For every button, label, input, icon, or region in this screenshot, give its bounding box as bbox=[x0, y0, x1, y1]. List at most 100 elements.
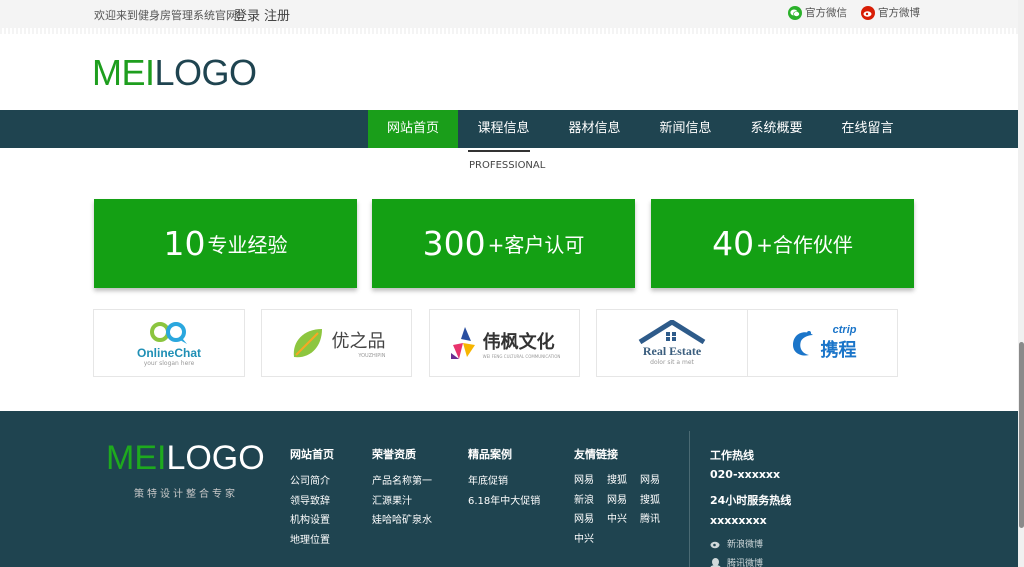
footer-tagline: 策特设计整合专家 bbox=[134, 489, 238, 500]
footer-column-title: 荣誉资质 bbox=[372, 448, 416, 461]
stat-label: +合作伙伴 bbox=[756, 233, 853, 257]
footer-column-title: 网站首页 bbox=[290, 448, 334, 461]
stat-card-clients: 300 +客户认可 bbox=[372, 199, 635, 288]
logo-mei: MEI bbox=[92, 52, 155, 93]
friend-link[interactable]: 中兴 bbox=[607, 510, 640, 530]
friend-link[interactable]: 搜狐 bbox=[607, 471, 640, 491]
footer-link[interactable]: 娃哈哈矿泉水 bbox=[372, 511, 432, 531]
friend-link[interactable]: 腾讯 bbox=[640, 510, 673, 530]
scrollbar-thumb[interactable] bbox=[1019, 342, 1024, 528]
wechat-icon bbox=[788, 5, 802, 20]
login-link[interactable]: 登录 bbox=[234, 9, 260, 24]
weibo-icon bbox=[710, 541, 720, 548]
chat-infinity-icon bbox=[149, 321, 187, 344]
leaf-icon bbox=[293, 329, 322, 358]
friend-link[interactable]: 网易 bbox=[574, 510, 607, 530]
footer-link[interactable]: 产品名称第一 bbox=[372, 472, 432, 492]
nav-item-home[interactable]: 网站首页 bbox=[368, 110, 458, 148]
footer-link[interactable]: 领导致辞 bbox=[290, 492, 334, 512]
footer-link[interactable]: 汇源果汁 bbox=[372, 492, 432, 512]
vertical-scrollbar[interactable] bbox=[1018, 0, 1024, 567]
partner-caption: YOUZHIPIN bbox=[358, 353, 386, 359]
logo-logo: LOGO bbox=[154, 52, 258, 93]
friend-link[interactable]: 搜狐 bbox=[640, 491, 673, 511]
footer-link[interactable]: 机构设置 bbox=[290, 511, 334, 531]
footer-column-home: 网站首页 公司简介 领导致辞 机构设置 地理位置 bbox=[290, 446, 334, 550]
stat-card-partners: 40 +合作伙伴 bbox=[651, 199, 914, 288]
hotline-label: 工作热线 bbox=[710, 449, 754, 462]
friend-link[interactable]: 网易 bbox=[640, 471, 673, 491]
dolphin-icon bbox=[792, 331, 813, 356]
house-roof-icon bbox=[638, 320, 706, 344]
partner-name: 携程 bbox=[820, 340, 857, 361]
register-link[interactable]: 注册 bbox=[264, 9, 290, 24]
stat-number: 300 bbox=[422, 224, 486, 263]
nav-item-overview[interactable]: 系统概要 bbox=[731, 110, 822, 148]
footer-column-title: 友情链接 bbox=[574, 448, 618, 461]
partner-logo-youzhipin[interactable]: 优之品 YOUZHIPIN bbox=[261, 309, 412, 377]
partner-name: 伟枫文化 bbox=[482, 331, 555, 353]
partner-name: OnlineChat bbox=[136, 345, 201, 360]
official-weibo-link[interactable]: 官方微博 bbox=[861, 5, 920, 20]
hotline-number: 020-xxxxxx bbox=[710, 468, 781, 481]
service-number: xxxxxxxx bbox=[710, 514, 767, 527]
partner-caption: dolor sit a met bbox=[650, 359, 694, 366]
tencent-weibo-label: 腾讯微博 bbox=[727, 559, 764, 567]
official-wechat-link[interactable]: 官方微信 bbox=[788, 5, 847, 20]
weibo-icon bbox=[861, 5, 875, 20]
nav-item-courses[interactable]: 课程信息 bbox=[458, 110, 549, 148]
section-divider bbox=[468, 150, 530, 152]
footer-link[interactable]: 年底促销 bbox=[468, 472, 540, 492]
footer-logo-mei: MEI bbox=[106, 439, 167, 477]
partner-name: Real Estate bbox=[642, 344, 702, 358]
weibo-label: 官方微博 bbox=[878, 7, 920, 19]
stat-number: 40 bbox=[712, 224, 755, 263]
service-label: 24小时服务热线 bbox=[710, 494, 792, 507]
header-divider-pattern bbox=[0, 28, 1018, 34]
footer-column-cases: 精品案例 年底促销 6.18年中大促销 bbox=[468, 446, 540, 511]
footer-column-friend-links: 友情链接 bbox=[574, 446, 618, 472]
site-footer: MEILOGO 策特设计整合专家 网站首页 公司简介 领导致辞 机构设置 地理位… bbox=[0, 411, 1018, 567]
footer-logo[interactable]: MEILOGO bbox=[106, 439, 265, 478]
nav-item-news[interactable]: 新闻信息 bbox=[640, 110, 731, 148]
sina-weibo-link[interactable]: 新浪微博 bbox=[710, 537, 763, 550]
tencent-icon bbox=[710, 557, 721, 567]
friend-link[interactable]: 新浪 bbox=[574, 491, 607, 511]
friend-link[interactable]: 中兴 bbox=[574, 530, 607, 550]
sina-weibo-label: 新浪微博 bbox=[727, 540, 764, 550]
partner-logo-realestate[interactable]: Real Estate dolor sit a met bbox=[596, 309, 748, 377]
welcome-text: 欢迎来到健身房管理系统官网! bbox=[94, 9, 242, 22]
nav-item-message[interactable]: 在线留言 bbox=[822, 110, 913, 148]
partner-logo-weifeng[interactable]: 伟枫文化 WEI FENG CULTURAL COMMUNICATION bbox=[429, 309, 580, 377]
tencent-weibo-link[interactable]: 腾讯微博 bbox=[710, 556, 763, 567]
nav-item-equipment[interactable]: 器材信息 bbox=[549, 110, 640, 148]
auth-links: 登录 注册 bbox=[234, 5, 294, 24]
wechat-label: 官方微信 bbox=[805, 7, 847, 19]
friend-link[interactable]: 网易 bbox=[574, 471, 607, 491]
site-logo[interactable]: MEILOGO bbox=[92, 52, 257, 94]
footer-link[interactable]: 公司简介 bbox=[290, 472, 334, 492]
colorful-triangles-icon bbox=[450, 327, 475, 359]
section-subtitle: PROFESSIONAL bbox=[469, 160, 546, 171]
friend-links-grid: 网易 搜狐 网易 新浪 网易 搜狐 网易 中兴 腾讯 中兴 bbox=[574, 471, 673, 549]
partner-caption: your slogan here bbox=[143, 359, 195, 367]
stat-label: 专业经验 bbox=[207, 233, 288, 257]
partner-caption: WEI FENG CULTURAL COMMUNICATION bbox=[482, 353, 561, 359]
partner-logo-ctrip[interactable]: ctrip 携程 bbox=[747, 309, 898, 377]
stat-label: +客户认可 bbox=[487, 233, 585, 257]
partner-logo-onlinechat[interactable]: OnlineChat your slogan here bbox=[93, 309, 245, 377]
top-bar: 欢迎来到健身房管理系统官网! 登录 注册 官方微信 官方微博 bbox=[0, 0, 1018, 28]
friend-link[interactable]: 网易 bbox=[607, 491, 640, 511]
footer-separator bbox=[689, 431, 690, 567]
main-nav: 网站首页 课程信息 器材信息 新闻信息 系统概要 在线留言 bbox=[0, 110, 1018, 148]
footer-column-honors: 荣誉资质 产品名称第一 汇源果汁 娃哈哈矿泉水 bbox=[372, 446, 432, 531]
footer-logo-logo: LOGO bbox=[166, 439, 265, 477]
stat-number: 10 bbox=[163, 224, 206, 263]
footer-column-title: 精品案例 bbox=[468, 448, 512, 461]
partner-caption: ctrip bbox=[832, 324, 857, 336]
page: 欢迎来到健身房管理系统官网! 登录 注册 官方微信 官方微博 MEILOGO 网站… bbox=[0, 0, 1024, 567]
stat-card-experience: 10 专业经验 bbox=[94, 199, 357, 288]
partner-name: 优之品 bbox=[331, 331, 386, 352]
footer-link[interactable]: 地理位置 bbox=[290, 531, 334, 551]
footer-link[interactable]: 6.18年中大促销 bbox=[468, 492, 540, 512]
